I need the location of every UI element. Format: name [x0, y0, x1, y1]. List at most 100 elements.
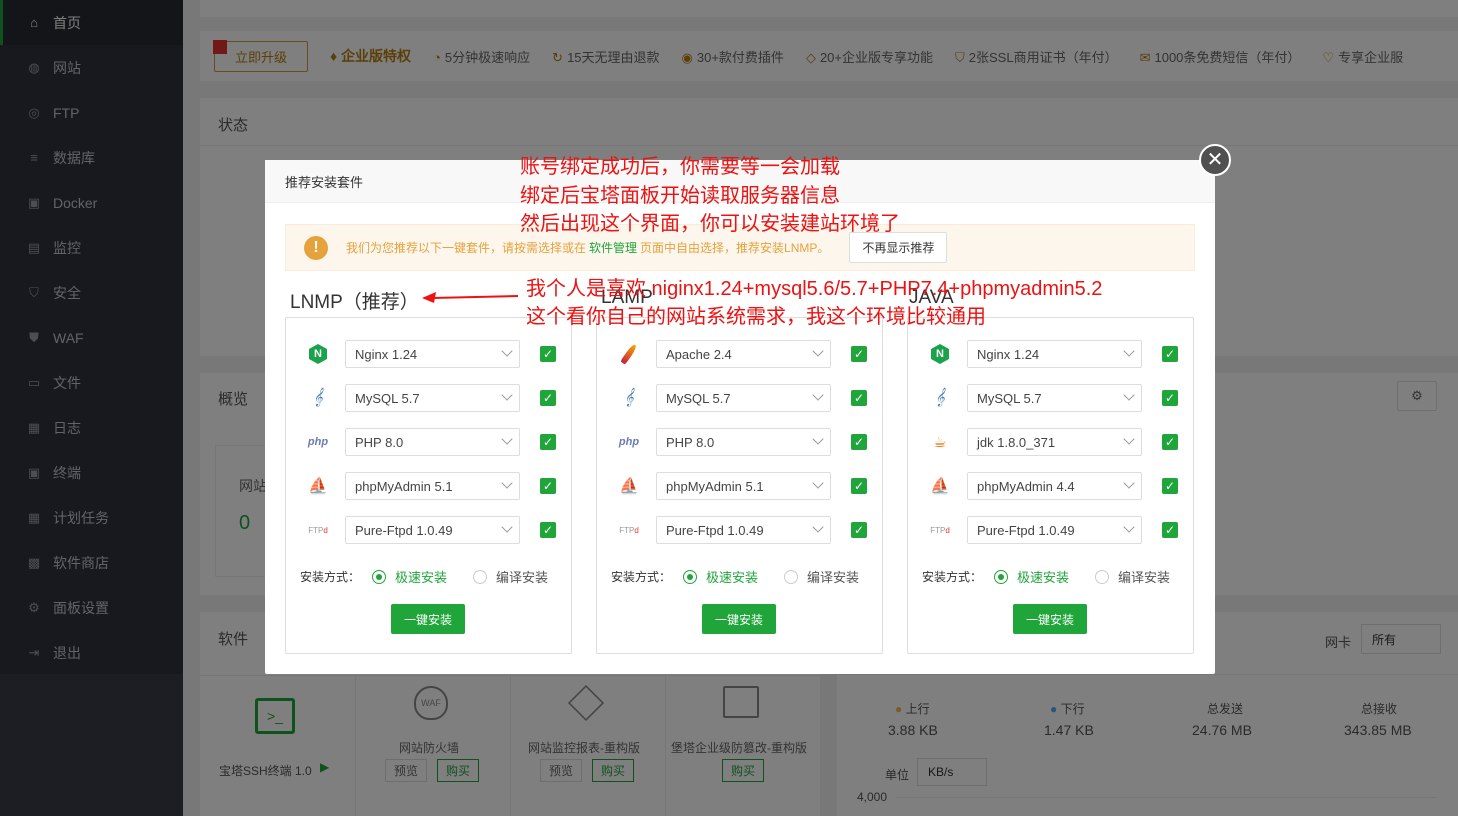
- version-value: Nginx 1.24: [355, 346, 418, 362]
- version-select[interactable]: Pure-Ftpd 1.0.49: [967, 516, 1142, 544]
- compile-install-radio[interactable]: [473, 569, 488, 584]
- fast-install-radio[interactable]: [994, 569, 1009, 584]
- phpmyadmin-icon: ⛵: [308, 478, 328, 495]
- include-checkbox[interactable]: ✓: [851, 434, 867, 450]
- compile-install-label[interactable]: 编译安装: [1118, 567, 1170, 586]
- one-click-install-button[interactable]: 一键安装: [702, 604, 776, 634]
- stack-column-1: Apache 2.4 ✓ 𝄞 MySQL 5.7 ✓ php PHP 8.0 ✓ ⛵ phpMyA…: [596, 317, 883, 654]
- stack-row: 𝄞 MySQL 5.7 ✓: [928, 384, 1178, 412]
- include-checkbox[interactable]: ✓: [851, 478, 867, 494]
- one-click-install-button[interactable]: 一键安装: [1013, 604, 1087, 634]
- chevron-down-icon: [812, 477, 824, 489]
- chevron-down-icon: [501, 389, 513, 401]
- version-select[interactable]: Pure-Ftpd 1.0.49: [345, 516, 520, 544]
- version-select[interactable]: Apache 2.4: [656, 340, 831, 368]
- version-value: Apache 2.4: [666, 346, 732, 362]
- compile-install-label[interactable]: 编译安装: [496, 567, 548, 586]
- one-click-install-button[interactable]: 一键安装: [391, 604, 465, 634]
- mysql-icon: 𝄞: [624, 389, 634, 406]
- chevron-down-icon: [812, 433, 824, 445]
- fast-install-label[interactable]: 极速安装: [1017, 567, 1069, 586]
- compile-install-radio[interactable]: [784, 569, 799, 584]
- include-checkbox[interactable]: ✓: [1162, 434, 1178, 450]
- version-value: MySQL 5.7: [977, 390, 1042, 406]
- include-checkbox[interactable]: ✓: [851, 522, 867, 538]
- version-value: Pure-Ftpd 1.0.49: [666, 522, 764, 538]
- java-icon: ☕: [933, 434, 947, 451]
- stack-row: ⛵ phpMyAdmin 5.1 ✓: [617, 472, 867, 500]
- version-select[interactable]: jdk 1.8.0_371: [967, 428, 1142, 456]
- version-select[interactable]: PHP 8.0: [345, 428, 520, 456]
- version-select[interactable]: MySQL 5.7: [656, 384, 831, 412]
- stack-row: 𝄞 MySQL 5.7 ✓: [306, 384, 556, 412]
- version-value: PHP 8.0: [355, 434, 404, 450]
- fast-install-label[interactable]: 极速安装: [706, 567, 758, 586]
- include-checkbox[interactable]: ✓: [851, 346, 867, 362]
- annotation-line-3: 然后出现这个界面，你可以安装建站环境了: [520, 213, 900, 235]
- version-select[interactable]: Nginx 1.24: [345, 340, 520, 368]
- annotation-line-5: 这个看你自己的网站系统需求，我这个环境比较通用: [526, 306, 986, 328]
- ftp-icon: FTPd: [308, 525, 328, 535]
- version-select[interactable]: phpMyAdmin 5.1: [656, 472, 831, 500]
- version-value: jdk 1.8.0_371: [977, 434, 1056, 450]
- chevron-down-icon: [1123, 433, 1135, 445]
- modal-close-button[interactable]: ✕: [1199, 144, 1231, 176]
- include-checkbox[interactable]: ✓: [851, 390, 867, 406]
- php-icon: php: [307, 436, 329, 448]
- version-value: Pure-Ftpd 1.0.49: [355, 522, 453, 538]
- notice-text-post: 页面中自由选择，推荐安装LNMP。: [640, 241, 830, 255]
- version-select[interactable]: phpMyAdmin 5.1: [345, 472, 520, 500]
- stack-row: FTPd Pure-Ftpd 1.0.49 ✓: [928, 516, 1178, 544]
- version-select[interactable]: PHP 8.0: [656, 428, 831, 456]
- stack-row: Apache 2.4 ✓: [617, 340, 867, 368]
- nginx-icon: N: [306, 342, 330, 366]
- ftp-icon: FTPd: [930, 525, 950, 535]
- chevron-down-icon: [812, 345, 824, 357]
- chevron-down-icon: [1123, 389, 1135, 401]
- stack-row: ☕ jdk 1.8.0_371 ✓: [928, 428, 1178, 456]
- phpmyadmin-icon: ⛵: [930, 478, 950, 495]
- compile-install-label[interactable]: 编译安装: [807, 567, 859, 586]
- annotation-arrow-icon: [422, 292, 519, 303]
- install-mode: 安装方式： 极速安装 编译安装: [922, 567, 1170, 586]
- install-mode: 安装方式： 极速安装 编译安装: [300, 567, 548, 586]
- chevron-down-icon: [1123, 521, 1135, 533]
- include-checkbox[interactable]: ✓: [540, 478, 556, 494]
- stack-row: FTPd Pure-Ftpd 1.0.49 ✓: [617, 516, 867, 544]
- fast-install-label[interactable]: 极速安装: [395, 567, 447, 586]
- include-checkbox[interactable]: ✓: [1162, 346, 1178, 362]
- include-checkbox[interactable]: ✓: [540, 434, 556, 450]
- fast-install-radio[interactable]: [372, 569, 387, 584]
- version-value: Nginx 1.24: [977, 346, 1040, 362]
- mysql-icon: 𝄞: [313, 389, 323, 406]
- ftp-icon: FTPd: [619, 525, 639, 535]
- include-checkbox[interactable]: ✓: [540, 390, 556, 406]
- chevron-down-icon: [501, 433, 513, 445]
- stack-column-0: N Nginx 1.24 ✓ 𝄞 MySQL 5.7 ✓ php PHP 8.0 ✓ ⛵ phpMy…: [285, 317, 572, 654]
- chevron-down-icon: [1123, 345, 1135, 357]
- version-select[interactable]: Nginx 1.24: [967, 340, 1142, 368]
- annotation-line-2: 绑定后宝塔面板开始读取服务器信息: [520, 185, 840, 207]
- version-value: phpMyAdmin 5.1: [666, 478, 764, 494]
- include-checkbox[interactable]: ✓: [540, 522, 556, 538]
- stack-row: N Nginx 1.24 ✓: [928, 340, 1178, 368]
- include-checkbox[interactable]: ✓: [1162, 522, 1178, 538]
- version-select[interactable]: phpMyAdmin 4.4: [967, 472, 1142, 500]
- include-checkbox[interactable]: ✓: [1162, 478, 1178, 494]
- compile-install-radio[interactable]: [1095, 569, 1110, 584]
- software-manage-link[interactable]: 软件管理: [589, 239, 637, 256]
- version-select[interactable]: MySQL 5.7: [967, 384, 1142, 412]
- version-select[interactable]: MySQL 5.7: [345, 384, 520, 412]
- stack-row: 𝄞 MySQL 5.7 ✓: [617, 384, 867, 412]
- include-checkbox[interactable]: ✓: [540, 346, 556, 362]
- version-value: PHP 8.0: [666, 434, 715, 450]
- version-select[interactable]: Pure-Ftpd 1.0.49: [656, 516, 831, 544]
- include-checkbox[interactable]: ✓: [1162, 390, 1178, 406]
- apache-icon: [617, 342, 641, 366]
- chevron-down-icon: [501, 345, 513, 357]
- stack-row: N Nginx 1.24 ✓: [306, 340, 556, 368]
- version-value: phpMyAdmin 5.1: [355, 478, 453, 494]
- notice-text-pre: 我们为您推荐以下一键套件，请按需选择或在: [346, 241, 587, 255]
- fast-install-radio[interactable]: [683, 569, 698, 584]
- modal-title: 推荐安装套件: [285, 174, 364, 190]
